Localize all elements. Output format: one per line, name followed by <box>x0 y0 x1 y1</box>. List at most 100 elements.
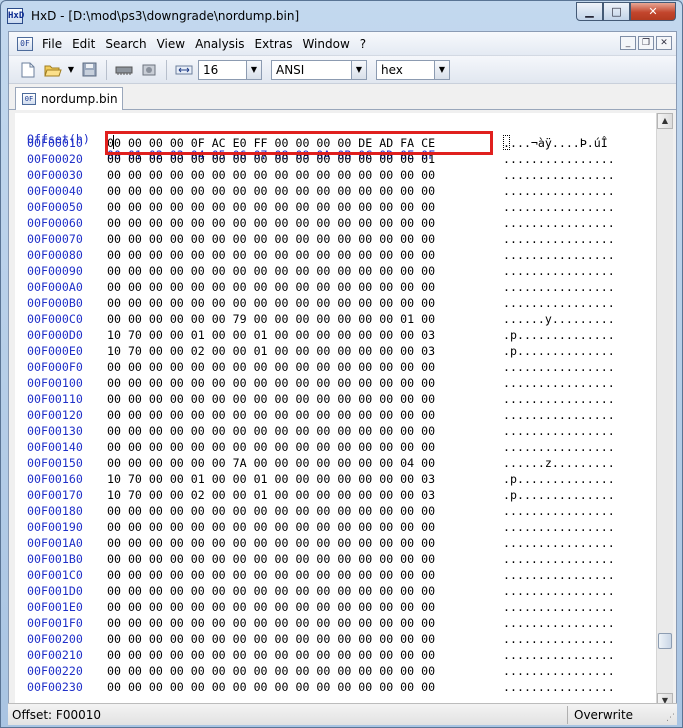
scroll-up-arrow[interactable]: ▲ <box>657 113 673 129</box>
row-hex-bytes[interactable]: 00 00 00 00 00 00 00 00 00 00 00 00 00 0… <box>107 679 435 695</box>
row-hex-bytes[interactable]: 00 00 00 00 00 00 00 00 00 00 00 00 00 0… <box>107 583 435 599</box>
disk-icon[interactable] <box>138 59 160 81</box>
row-ascii[interactable]: ................ <box>503 439 615 455</box>
row-ascii[interactable]: ................ <box>503 151 615 167</box>
row-ascii[interactable]: ................ <box>503 391 615 407</box>
row-ascii[interactable]: ................ <box>503 535 615 551</box>
resize-grip-icon[interactable]: ⋰ <box>666 713 675 723</box>
row-hex-bytes[interactable]: 00 00 00 00 00 00 00 00 00 00 00 00 00 0… <box>107 439 435 455</box>
row-hex-bytes[interactable]: 00 00 00 00 00 00 7A 00 00 00 00 00 00 0… <box>107 455 435 471</box>
table-row[interactable]: 00F00150 00 00 00 00 00 00 7A 00 00 00 00… <box>15 455 656 471</box>
row-hex-bytes[interactable]: 00 00 00 00 00 00 00 00 00 00 00 00 00 0… <box>107 391 435 407</box>
menu-analysis[interactable]: Analysis <box>190 32 249 56</box>
row-hex-bytes[interactable]: 00 00 00 00 00 00 00 00 00 00 00 00 00 0… <box>107 647 435 663</box>
table-row[interactable]: 00F00010 00 00 00 00 0F AC E0 FF 00 00 00… <box>15 135 656 151</box>
row-hex-bytes[interactable]: 00 00 00 00 00 00 00 00 00 00 00 00 00 0… <box>107 375 435 391</box>
table-row[interactable]: 00F001D0 00 00 00 00 00 00 00 00 00 00 00… <box>15 583 656 599</box>
row-ascii[interactable]: ................ <box>503 423 615 439</box>
row-hex-bytes[interactable]: 00 00 00 00 00 00 00 00 00 00 00 00 00 0… <box>107 503 435 519</box>
row-hex-bytes[interactable]: 00 00 00 00 00 00 00 00 00 00 00 00 00 0… <box>107 263 435 279</box>
tab-nordump-bin[interactable]: 0F nordump.bin <box>15 87 123 110</box>
table-row[interactable]: 00F00080 00 00 00 00 00 00 00 00 00 00 00… <box>15 247 656 263</box>
row-ascii[interactable]: ................ <box>503 407 615 423</box>
table-row[interactable]: 00F000D0 10 70 00 00 01 00 00 01 00 00 00… <box>15 327 656 343</box>
table-row[interactable]: 00F00190 00 00 00 00 00 00 00 00 00 00 00… <box>15 519 656 535</box>
chevron-down-icon[interactable]: ▼ <box>434 60 449 79</box>
row-ascii[interactable]: ................ <box>503 231 615 247</box>
menu-view[interactable]: View <box>152 32 190 56</box>
table-row[interactable]: 00F00050 00 00 00 00 00 00 00 00 00 00 00… <box>15 199 656 215</box>
row-hex-bytes[interactable]: 00 00 00 00 00 00 00 00 00 00 00 00 00 0… <box>107 231 435 247</box>
row-ascii[interactable]: .p.............. <box>503 471 615 487</box>
table-row[interactable]: 00F001B0 00 00 00 00 00 00 00 00 00 00 00… <box>15 551 656 567</box>
row-hex-bytes[interactable]: 00 00 00 00 00 00 00 00 00 00 00 00 00 0… <box>107 167 435 183</box>
row-ascii[interactable]: ................ <box>503 519 615 535</box>
row-ascii[interactable]: ................ <box>503 551 615 567</box>
row-ascii[interactable]: ................ <box>503 199 615 215</box>
row-hex-bytes[interactable]: 00 00 00 00 00 00 00 00 00 00 00 00 00 0… <box>107 359 435 375</box>
charset-select[interactable]: ANSI ▼ <box>271 59 367 80</box>
title-bar[interactable]: HxD HxD - [D:\mod\ps3\downgrade\nordump.… <box>1 1 682 31</box>
row-ascii[interactable]: ................ <box>503 615 615 631</box>
maximize-button[interactable]: □ <box>603 2 630 21</box>
row-ascii[interactable]: ................ <box>503 647 615 663</box>
table-row[interactable]: 00F001E0 00 00 00 00 00 00 00 00 00 00 00… <box>15 599 656 615</box>
open-folder-icon[interactable] <box>42 59 64 81</box>
table-row[interactable]: 00F00200 00 00 00 00 00 00 00 00 00 00 00… <box>15 631 656 647</box>
row-hex-bytes[interactable]: 00 00 00 00 00 00 00 00 00 00 00 00 00 0… <box>107 279 435 295</box>
scroll-thumb[interactable] <box>658 633 672 649</box>
menu-edit[interactable]: Edit <box>67 32 100 56</box>
table-row[interactable]: 00F00180 00 00 00 00 00 00 00 00 00 00 00… <box>15 503 656 519</box>
row-hex-bytes[interactable]: 00 00 00 00 00 00 00 00 00 00 00 00 00 0… <box>107 535 435 551</box>
menu-file[interactable]: File <box>37 32 67 56</box>
chevron-down-icon[interactable]: ▼ <box>351 60 366 79</box>
close-button[interactable]: ✕ <box>630 2 676 21</box>
row-ascii[interactable]: ................ <box>503 583 615 599</box>
offset-base-select[interactable]: hex ▼ <box>376 59 450 80</box>
row-hex-bytes[interactable]: 00 00 00 00 00 00 00 00 00 00 00 00 00 0… <box>107 615 435 631</box>
row-ascii[interactable]: ................ <box>503 167 615 183</box>
row-ascii[interactable]: .p.............. <box>503 327 615 343</box>
menu-window[interactable]: Window <box>297 32 354 56</box>
table-row[interactable]: 00F000C0 00 00 00 00 00 00 79 00 00 00 00… <box>15 311 656 327</box>
memory-icon[interactable] <box>113 59 135 81</box>
row-ascii[interactable]: ................ <box>503 679 615 695</box>
mdi-minimize-button[interactable]: _ <box>620 36 636 50</box>
row-hex-bytes[interactable]: 00 00 00 00 00 00 00 00 00 00 00 00 00 0… <box>107 183 435 199</box>
table-row[interactable]: 00F00020 00 00 00 00 00 00 00 00 00 00 00… <box>15 151 656 167</box>
save-icon[interactable] <box>78 59 100 81</box>
row-hex-bytes[interactable]: 10 70 00 00 01 00 00 01 00 00 00 00 00 0… <box>107 327 435 343</box>
row-ascii[interactable]: ................ <box>503 631 615 647</box>
chevron-down-icon[interactable]: ▼ <box>246 60 261 79</box>
table-row[interactable]: 00F001A0 00 00 00 00 00 00 00 00 00 00 00… <box>15 535 656 551</box>
row-ascii[interactable]: ................ <box>503 663 615 679</box>
hex-editor-view[interactable]: Offset(h) 00 01 02 03 04 05 06 07 08 09 … <box>15 113 656 709</box>
new-file-icon[interactable] <box>17 59 39 81</box>
menu-extras[interactable]: Extras <box>250 32 298 56</box>
table-row[interactable]: 00F00230 00 00 00 00 00 00 00 00 00 00 00… <box>15 679 656 695</box>
row-ascii[interactable]: ......y......... <box>503 311 615 327</box>
row-ascii[interactable]: ................ <box>503 375 615 391</box>
row-ascii[interactable]: ....¬àÿ....Þ.úÎ <box>503 135 608 151</box>
table-row[interactable]: 00F00110 00 00 00 00 00 00 00 00 00 00 00… <box>15 391 656 407</box>
row-hex-bytes[interactable]: 00 00 00 00 00 00 00 00 00 00 00 00 00 0… <box>107 519 435 535</box>
row-hex-bytes[interactable]: 00 00 00 00 00 00 00 00 00 00 00 00 00 0… <box>107 423 435 439</box>
row-hex-bytes[interactable]: 00 00 00 00 00 00 00 00 00 00 00 00 00 0… <box>107 567 435 583</box>
table-row[interactable]: 00F00040 00 00 00 00 00 00 00 00 00 00 00… <box>15 183 656 199</box>
row-hex-bytes[interactable]: 00 00 00 00 00 00 00 00 00 00 00 00 00 0… <box>107 199 435 215</box>
row-hex-bytes[interactable]: 00 00 00 00 00 00 00 00 00 00 00 00 00 0… <box>107 215 435 231</box>
table-row[interactable]: 00F001C0 00 00 00 00 00 00 00 00 00 00 00… <box>15 567 656 583</box>
row-hex-bytes[interactable]: 00 00 00 00 00 00 00 00 00 00 00 00 00 0… <box>107 151 435 167</box>
row-hex-bytes[interactable]: 00 00 00 00 00 00 00 00 00 00 00 00 00 0… <box>107 663 435 679</box>
mdi-restore-button[interactable]: ❐ <box>638 36 654 50</box>
row-hex-bytes[interactable]: 00 00 00 00 00 00 00 00 00 00 00 00 00 0… <box>107 295 435 311</box>
table-row[interactable]: 00F00220 00 00 00 00 00 00 00 00 00 00 00… <box>15 663 656 679</box>
table-row[interactable]: 00F00130 00 00 00 00 00 00 00 00 00 00 00… <box>15 423 656 439</box>
table-row[interactable]: 00F001F0 00 00 00 00 00 00 00 00 00 00 00… <box>15 615 656 631</box>
row-ascii[interactable]: ................ <box>503 359 615 375</box>
row-ascii[interactable]: ................ <box>503 247 615 263</box>
table-row[interactable]: 00F000B0 00 00 00 00 00 00 00 00 00 00 00… <box>15 295 656 311</box>
table-row[interactable]: 00F00060 00 00 00 00 00 00 00 00 00 00 00… <box>15 215 656 231</box>
row-ascii[interactable]: ................ <box>503 295 615 311</box>
vertical-scrollbar[interactable]: ▲ ▼ <box>656 113 673 709</box>
